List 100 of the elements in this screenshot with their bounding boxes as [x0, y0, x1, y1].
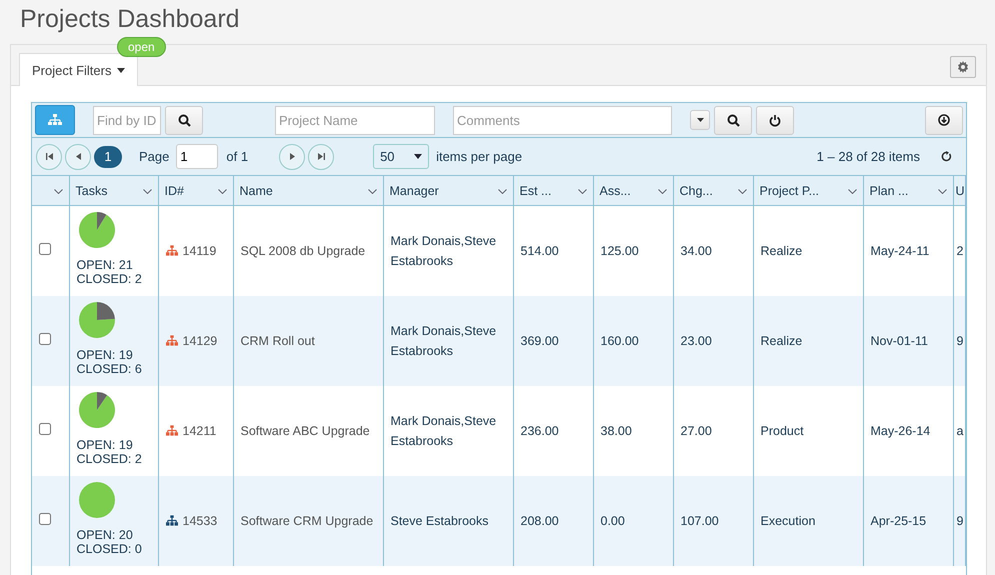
- caret-icon: [117, 68, 126, 72]
- column-header[interactable]: Manager: [383, 176, 513, 206]
- chevron-icon: [54, 189, 62, 194]
- table-cell: 27.00: [680, 424, 712, 438]
- open-count: OPEN: 19: [76, 348, 134, 362]
- first-page-button[interactable]: [36, 144, 62, 170]
- search-button[interactable]: [165, 106, 203, 134]
- column-header[interactable]: Tasks: [69, 176, 158, 206]
- settings-icon: [957, 61, 969, 73]
- manager-name: Steve Estabrooks: [390, 514, 488, 528]
- column-header[interactable]: U: [953, 176, 966, 206]
- table-cell: 369.00: [520, 334, 559, 348]
- chevron-icon: [368, 189, 376, 194]
- project-name-field[interactable]: Project Name: [275, 106, 435, 134]
- table-cell: 236.00: [520, 424, 559, 438]
- per-page-label: items per page: [436, 149, 522, 164]
- column-header[interactable]: Ass...: [593, 176, 673, 206]
- table-cell: 107.00: [680, 514, 719, 528]
- page-title: Projects Dashboard: [19, 4, 241, 35]
- table-cell: 9: [956, 334, 964, 348]
- power-button[interactable]: [756, 106, 794, 134]
- settings-button[interactable]: [950, 56, 976, 78]
- page-label: Page: [139, 149, 170, 164]
- column-header[interactable]: Chg...: [673, 176, 753, 206]
- row-checkbox[interactable]: [39, 423, 51, 435]
- closed-count: CLOSED: 6: [76, 362, 143, 376]
- table-cell: 514.00: [520, 244, 559, 258]
- table-cell: 208.00: [520, 514, 559, 528]
- closed-count: CLOSED: 2: [76, 452, 143, 466]
- row-checkbox[interactable]: [39, 243, 51, 255]
- open-count: OPEN: 19: [76, 438, 134, 452]
- caret-icon: [696, 118, 704, 122]
- project-name: SQL 2008 db Upgrade: [240, 244, 366, 258]
- page-number-button[interactable]: 1: [94, 146, 122, 168]
- open-count: OPEN: 20: [76, 528, 134, 542]
- chevron-icon: [738, 189, 746, 194]
- table-cell: a: [956, 424, 964, 438]
- project-phase: Realize: [760, 244, 802, 258]
- download-button[interactable]: [925, 106, 963, 134]
- project-name: CRM Roll out: [240, 334, 315, 348]
- previous-page-button[interactable]: [65, 144, 91, 170]
- closed-count: CLOSED: 0: [76, 542, 143, 556]
- next-page-button[interactable]: [279, 144, 306, 170]
- hierarchy-icon: [48, 114, 62, 126]
- plan-date: Nov-01-11: [870, 334, 928, 348]
- plan-date: Apr-25-15: [870, 514, 926, 528]
- project-id: 14533: [182, 514, 218, 528]
- open-slice: [78, 212, 114, 248]
- project-name: Software ABC Upgrade: [240, 424, 370, 438]
- page-count: of 1: [226, 149, 248, 164]
- project-phase: Execution: [760, 514, 816, 528]
- table-cell: 0.00: [600, 514, 625, 528]
- chevron-icon: [142, 189, 152, 194]
- find-by-id-field[interactable]: Find by ID: [93, 106, 161, 134]
- dropdown-button[interactable]: [690, 110, 710, 130]
- search-icon: [178, 114, 190, 126]
- plan-date: May-24-11: [870, 244, 930, 258]
- last-page-button[interactable]: [308, 144, 334, 170]
- table-cell: 38.00: [600, 424, 632, 438]
- per-page-select[interactable]: 50: [373, 144, 430, 169]
- row-checkbox[interactable]: [39, 513, 51, 525]
- hierarchy-button[interactable]: [35, 105, 75, 135]
- chevron-icon: [498, 189, 506, 194]
- comments-field[interactable]: Comments: [453, 106, 672, 134]
- search-icon: [726, 114, 740, 126]
- column-header[interactable]: ID#: [158, 176, 233, 206]
- search-button[interactable]: [714, 106, 752, 134]
- download-icon: [938, 114, 950, 126]
- column-header[interactable]: Name: [233, 176, 383, 206]
- status-badge: open: [117, 37, 166, 57]
- row-checkbox[interactable]: [39, 333, 51, 345]
- column-header[interactable]: Plan ...: [863, 176, 953, 206]
- column-header[interactable]: Est ...: [513, 176, 593, 206]
- chevron-icon: [938, 189, 946, 194]
- manager-name: Mark Donais,Steve Estabrooks: [390, 324, 496, 358]
- caret-icon: [414, 154, 422, 159]
- last-page-icon: [318, 153, 325, 160]
- first-page-icon: [46, 153, 52, 160]
- open-slice: [78, 482, 114, 518]
- chevron-icon: [848, 189, 856, 194]
- plan-date: May-26-14: [870, 424, 930, 438]
- project-name: Software CRM Upgrade: [240, 514, 374, 528]
- next-icon: [290, 153, 295, 160]
- chevron-icon: [578, 189, 586, 194]
- closed-count: CLOSED: 2: [76, 272, 143, 286]
- manager-name: Mark Donais,Steve Estabrooks: [390, 414, 496, 448]
- table-cell: 34.00: [680, 244, 712, 258]
- project-phase: Realize: [760, 334, 802, 348]
- page-field[interactable]: 1: [176, 144, 218, 169]
- project-id: 14119: [182, 244, 216, 258]
- previous-icon: [76, 153, 80, 160]
- open-count: OPEN: 21: [76, 258, 134, 272]
- closed-slice: [96, 302, 114, 320]
- open-slice: [78, 302, 114, 338]
- closed-slice: [96, 212, 106, 230]
- chevron-icon: [218, 189, 226, 194]
- chevron-icon: [658, 189, 666, 194]
- table-cell: 9: [956, 514, 964, 528]
- column-header[interactable]: Project P...: [753, 176, 863, 206]
- filters-tab[interactable]: Project Filters: [19, 53, 138, 86]
